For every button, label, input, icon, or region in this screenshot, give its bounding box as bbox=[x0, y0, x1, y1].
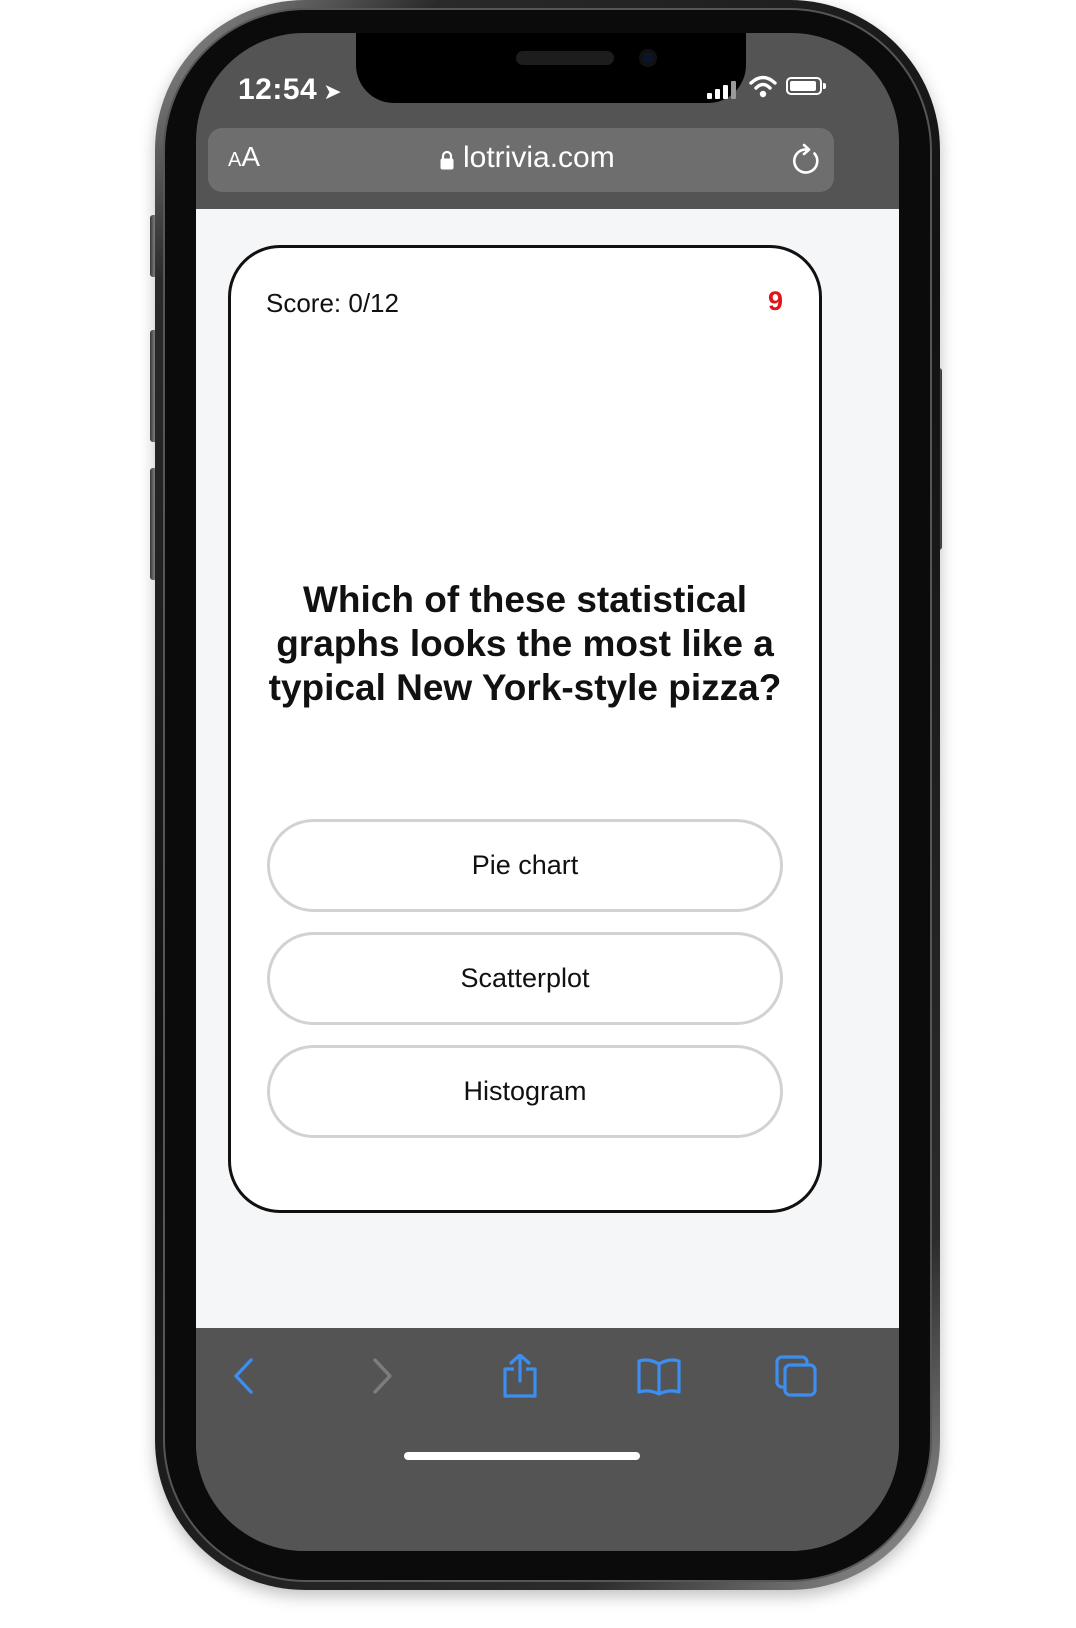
phone-screen: 12:54 ➤ AA lotrivia.com Score: 0/12 9 Wh… bbox=[196, 33, 899, 1551]
notch bbox=[356, 33, 746, 103]
text-size-button[interactable]: AA bbox=[228, 141, 260, 173]
wifi-icon bbox=[749, 75, 777, 98]
cellular-signal-icon bbox=[707, 81, 737, 99]
address-bar[interactable]: AA lotrivia.com bbox=[208, 128, 834, 192]
lock-icon bbox=[440, 150, 454, 170]
url-text[interactable]: lotrivia.com bbox=[463, 141, 615, 175]
answer-button[interactable]: Scatterplot bbox=[267, 932, 783, 1025]
browser-toolbar bbox=[196, 1328, 899, 1551]
bookmarks-book-icon[interactable] bbox=[635, 1354, 683, 1398]
location-arrow-icon: ➤ bbox=[323, 79, 343, 104]
status-time-text: 12:54 bbox=[238, 73, 318, 106]
back-chevron-icon[interactable] bbox=[223, 1354, 271, 1398]
front-camera bbox=[639, 49, 657, 67]
tabs-icon[interactable] bbox=[773, 1354, 821, 1398]
text-size-small-a: A bbox=[228, 149, 242, 171]
battery-icon bbox=[786, 77, 826, 95]
share-icon[interactable] bbox=[496, 1354, 544, 1398]
status-time: 12:54 ➤ bbox=[238, 73, 342, 107]
text-size-large-a: A bbox=[241, 141, 261, 172]
answer-button[interactable]: Pie chart bbox=[267, 819, 783, 912]
reload-icon[interactable] bbox=[790, 143, 822, 177]
web-content: Score: 0/12 9 Which of these statistical… bbox=[196, 209, 899, 1328]
speaker-grille bbox=[516, 51, 614, 65]
answer-button[interactable]: Histogram bbox=[267, 1045, 783, 1138]
question-text: Which of these statistical graphs looks … bbox=[268, 579, 782, 708]
device-mockup: 12:54 ➤ AA lotrivia.com Score: 0/12 9 Wh… bbox=[0, 0, 1076, 1628]
score-label: Score: 0/12 bbox=[266, 288, 399, 318]
countdown-timer: 9 bbox=[767, 286, 783, 316]
home-indicator[interactable] bbox=[404, 1452, 640, 1460]
forward-chevron-icon[interactable] bbox=[358, 1354, 406, 1398]
quiz-card: Score: 0/12 9 Which of these statistical… bbox=[228, 245, 822, 1213]
